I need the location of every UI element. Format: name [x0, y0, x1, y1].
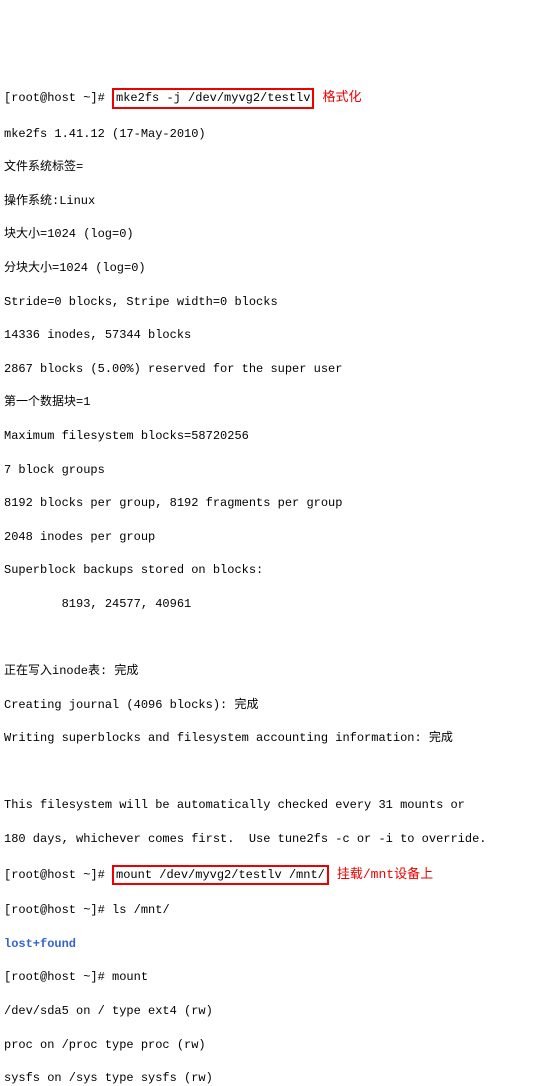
output-line: 2867 blocks (5.00%) reserved for the sup… [4, 361, 554, 378]
ls-output: lost+found [4, 936, 554, 953]
output-line: Stride=0 blocks, Stripe width=0 blocks [4, 294, 554, 311]
annotation-format: 格式化 [322, 89, 361, 107]
output-line: proc on /proc type proc (rw) [4, 1037, 554, 1054]
output-line: 第一个数据块=1 [4, 394, 554, 411]
cmd-mke2fs: mke2fs -j /dev/myvg2/testlv [112, 88, 314, 109]
output-line: This filesystem will be automatically ch… [4, 797, 554, 814]
output-line: Superblock backups stored on blocks: [4, 562, 554, 579]
output-line: mke2fs 1.41.12 (17-May-2010) [4, 126, 554, 143]
output-line: 7 block groups [4, 462, 554, 479]
output-line: 14336 inodes, 57344 blocks [4, 327, 554, 344]
output-line: Maximum filesystem blocks=58720256 [4, 428, 554, 445]
output-line: 操作系统:Linux [4, 193, 554, 210]
output-line: Writing superblocks and filesystem accou… [4, 730, 554, 747]
prompt-line: [root@host ~]# mount [4, 969, 554, 986]
prompt-line: [root@host ~]# mount /dev/myvg2/testlv /… [4, 865, 554, 886]
output-line: 8193, 24577, 40961 [4, 596, 554, 613]
output-line: 块大小=1024 (log=0) [4, 226, 554, 243]
output-line: 180 days, whichever comes first. Use tun… [4, 831, 554, 848]
terminal-output: [root@host ~]# mke2fs -j /dev/myvg2/test… [4, 71, 554, 1086]
blank-line [4, 764, 554, 781]
output-line: 分块大小=1024 (log=0) [4, 260, 554, 277]
output-line: sysfs on /sys type sysfs (rw) [4, 1070, 554, 1086]
output-line: 正在写入inode表: 完成 [4, 663, 554, 680]
output-line: Creating journal (4096 blocks): 完成 [4, 697, 554, 714]
prompt-line: [root@host ~]# mke2fs -j /dev/myvg2/test… [4, 88, 554, 109]
shell-prompt: [root@host ~]# [4, 91, 112, 105]
shell-prompt: [root@host ~]# [4, 970, 112, 984]
prompt-line: [root@host ~]# ls /mnt/ [4, 902, 554, 919]
output-line: 文件系统标签= [4, 159, 554, 176]
cmd-mount-list: mount [112, 970, 148, 984]
shell-prompt: [root@host ~]# [4, 903, 112, 917]
output-line: 8192 blocks per group, 8192 fragments pe… [4, 495, 554, 512]
blank-line [4, 629, 554, 646]
cmd-mount: mount /dev/myvg2/testlv /mnt/ [112, 865, 329, 886]
output-line: /dev/sda5 on / type ext4 (rw) [4, 1003, 554, 1020]
annotation-mount: 挂载/mnt设备上 [337, 866, 433, 884]
shell-prompt: [root@host ~]# [4, 868, 112, 882]
cmd-ls: ls /mnt/ [112, 903, 170, 917]
